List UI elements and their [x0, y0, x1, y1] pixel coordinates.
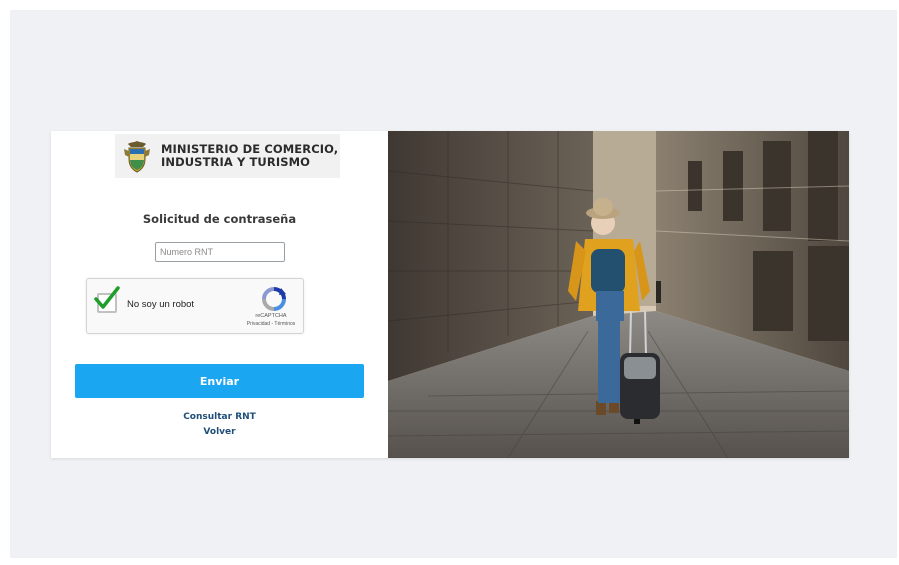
ministry-name-line2: INDUSTRIA Y TURISMO — [161, 155, 311, 169]
page-background: MINISTERIO DE COMERCIO, INDUSTRIA Y TURI… — [10, 10, 897, 558]
recaptcha-widget: No soy un robot reCAPTCHA Privacidad - T… — [86, 278, 304, 334]
rnt-number-input[interactable] — [155, 242, 285, 262]
checkmark-icon — [94, 286, 120, 309]
consult-rnt-link[interactable]: Consultar RNT — [51, 412, 388, 422]
back-link[interactable]: Volver — [51, 427, 388, 437]
submit-button[interactable]: Enviar — [75, 364, 364, 398]
ministry-logo: MINISTERIO DE COMERCIO, INDUSTRIA Y TURI… — [115, 134, 340, 178]
recaptcha-privacy-links[interactable]: Privacidad - Términos — [237, 321, 305, 327]
hero-image — [388, 131, 849, 458]
form-heading: Solicitud de contraseña — [142, 212, 297, 226]
login-card: MINISTERIO DE COMERCIO, INDUSTRIA Y TURI… — [51, 131, 849, 458]
recaptcha-brand: reCAPTCHA — [255, 313, 287, 319]
ministry-name: MINISTERIO DE COMERCIO, INDUSTRIA Y TURI… — [161, 143, 338, 169]
colombia-coat-of-arms-icon — [124, 141, 150, 173]
recaptcha-logo-icon — [262, 287, 286, 311]
recaptcha-label: No soy un robot — [127, 299, 195, 310]
form-panel: MINISTERIO DE COMERCIO, INDUSTRIA Y TURI… — [51, 131, 388, 458]
traveler-with-suitcase-photo — [388, 131, 849, 458]
